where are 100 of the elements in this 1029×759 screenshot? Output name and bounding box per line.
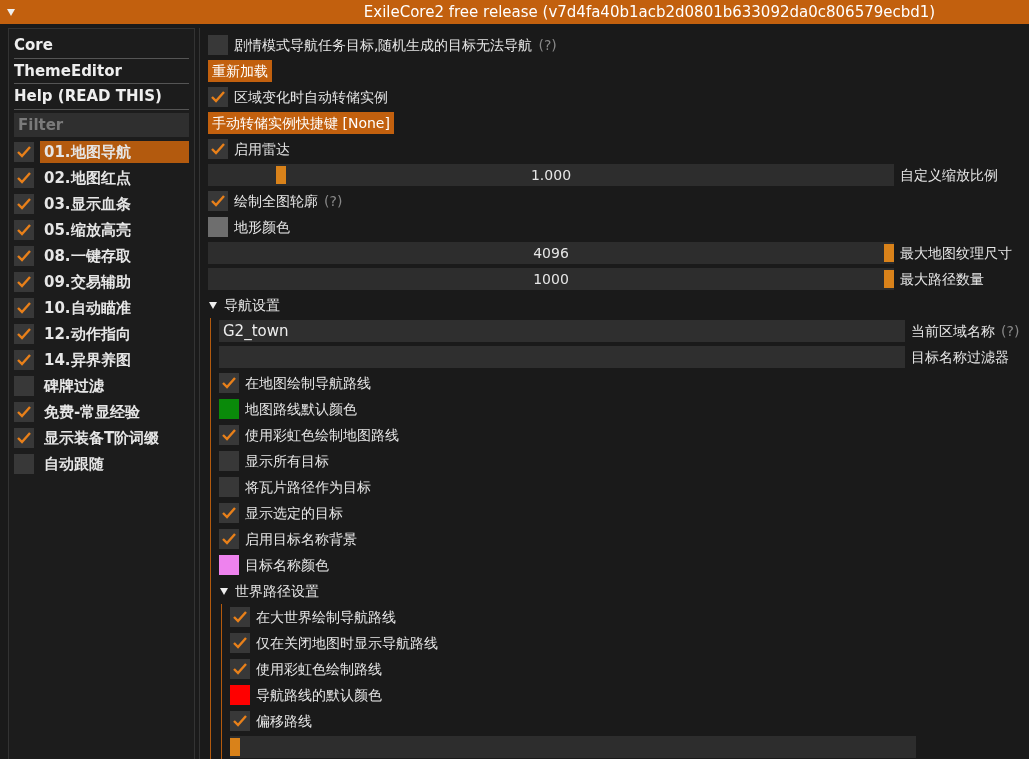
color-swatch[interactable] — [219, 399, 239, 419]
check-icon — [17, 224, 31, 236]
check-icon — [233, 637, 247, 649]
setting-label: 区域变化时自动转储实例 — [234, 87, 388, 107]
checkbox[interactable] — [219, 503, 239, 523]
checkbox[interactable] — [230, 633, 250, 653]
action-button[interactable]: 手动转储实例快捷键 [None] — [208, 112, 394, 134]
checkbox[interactable] — [208, 139, 228, 159]
setting-label: 当前区域名称 — [911, 321, 995, 341]
checkbox[interactable] — [14, 168, 34, 188]
plugin-item[interactable]: 09.交易辅助 — [40, 270, 189, 294]
check-icon — [17, 432, 31, 444]
checkbox[interactable] — [14, 194, 34, 214]
plugin-item[interactable]: 12.动作指向 — [40, 322, 189, 346]
check-icon — [17, 276, 31, 288]
plugin-item[interactable]: 碑牌过滤 — [40, 374, 189, 398]
section-header: 导航设置 — [224, 295, 280, 315]
checkbox[interactable] — [14, 402, 34, 422]
setting-label: 目标名称过滤器 — [911, 347, 1009, 367]
plugin-item[interactable]: 01.地图导航 — [40, 140, 189, 164]
plugin-item[interactable]: 03.显示血条 — [40, 192, 189, 216]
setting-label: 剧情模式导航任务目标,随机生成的目标无法导航 — [234, 35, 533, 55]
checkbox[interactable] — [14, 246, 34, 266]
expand-icon[interactable] — [219, 586, 229, 596]
collapse-icon[interactable] — [6, 7, 16, 18]
check-icon — [211, 143, 225, 155]
setting-label: 导航路线的默认颜色 — [256, 685, 382, 705]
action-button[interactable]: 重新加载 — [208, 60, 272, 82]
color-swatch[interactable] — [219, 555, 239, 575]
checkbox[interactable] — [230, 659, 250, 679]
plugin-item[interactable]: 05.缩放高亮 — [40, 218, 189, 242]
check-icon — [222, 377, 236, 389]
checkbox[interactable] — [14, 324, 34, 344]
check-icon — [17, 354, 31, 366]
plugin-item[interactable]: 02.地图红点 — [40, 166, 189, 190]
plugin-item[interactable]: 显示装备T阶词缀 — [40, 426, 189, 450]
setting-label: 地形颜色 — [234, 217, 290, 237]
help-marker: (?) — [538, 35, 557, 55]
slider[interactable] — [230, 736, 916, 758]
check-icon — [17, 302, 31, 314]
menu-header[interactable]: Help (READ THIS) — [14, 84, 189, 110]
checkbox[interactable] — [14, 272, 34, 292]
checkbox[interactable] — [230, 607, 250, 627]
menu-header[interactable]: Core — [14, 33, 189, 59]
checkbox[interactable] — [208, 191, 228, 211]
checkbox[interactable] — [14, 376, 34, 396]
menu-header[interactable]: ThemeEditor — [14, 58, 189, 84]
checkbox[interactable] — [14, 428, 34, 448]
window-title: ExileCore2 free release (v7d4fa40b1acb2d0801b633092da0c806579ecbd1) — [362, 1, 937, 23]
setting-label: 使用彩虹色绘制路线 — [256, 659, 382, 679]
slider[interactable]: 4096 — [208, 242, 894, 264]
check-icon — [222, 533, 236, 545]
check-icon — [211, 91, 225, 103]
filter-field[interactable]: Filter — [14, 112, 189, 137]
plugin-item[interactable]: 10.自动瞄准 — [40, 296, 189, 320]
setting-label: 在大世界绘制导航路线 — [256, 607, 396, 627]
setting-label: 使用彩虹色绘制地图路线 — [245, 425, 399, 445]
check-icon — [211, 195, 225, 207]
setting-label: 仅在关闭地图时显示导航路线 — [256, 633, 438, 653]
slider-handle[interactable] — [275, 166, 286, 184]
checkbox[interactable] — [230, 711, 250, 731]
slider[interactable]: 1000 — [208, 268, 894, 290]
plugin-item[interactable]: 自动跟随 — [40, 452, 189, 476]
checkbox[interactable] — [219, 451, 239, 471]
text-field[interactable]: G2_town — [219, 320, 905, 342]
plugin-item[interactable]: 14.异界养图 — [40, 348, 189, 372]
checkbox[interactable] — [219, 425, 239, 445]
setting-label: 最大地图纹理尺寸 — [900, 243, 1012, 263]
setting-label: 启用雷达 — [234, 139, 290, 159]
checkbox[interactable] — [219, 477, 239, 497]
slider[interactable]: 1.000 — [208, 164, 894, 186]
slider-value: 1.000 — [530, 165, 572, 185]
slider-handle[interactable] — [884, 244, 894, 262]
checkbox[interactable] — [208, 35, 228, 55]
checkbox[interactable] — [14, 298, 34, 318]
plugin-item[interactable]: 08.一键存取 — [40, 244, 189, 268]
help-marker: (?) — [324, 191, 343, 211]
check-icon — [17, 172, 31, 184]
checkbox[interactable] — [14, 454, 34, 474]
color-swatch[interactable] — [230, 685, 250, 705]
check-icon — [233, 611, 247, 623]
setting-label: 绘制全图轮廓 — [234, 191, 318, 211]
checkbox[interactable] — [219, 529, 239, 549]
setting-label: 自定义缩放比例 — [900, 165, 998, 185]
checkbox[interactable] — [14, 142, 34, 162]
checkbox[interactable] — [14, 220, 34, 240]
expand-icon[interactable] — [208, 300, 218, 310]
setting-label: 偏移路线 — [256, 711, 312, 731]
setting-label: 最大路径数量 — [900, 269, 984, 289]
check-icon — [222, 429, 236, 441]
checkbox[interactable] — [14, 350, 34, 370]
slider-handle[interactable] — [230, 738, 240, 756]
color-swatch[interactable] — [208, 217, 228, 237]
slider-handle[interactable] — [884, 270, 894, 288]
checkbox[interactable] — [219, 373, 239, 393]
setting-label: 目标名称颜色 — [245, 555, 329, 575]
check-icon — [233, 715, 247, 727]
checkbox[interactable] — [208, 87, 228, 107]
plugin-item[interactable]: 免费-常显经验 — [40, 400, 189, 424]
check-icon — [17, 406, 31, 418]
